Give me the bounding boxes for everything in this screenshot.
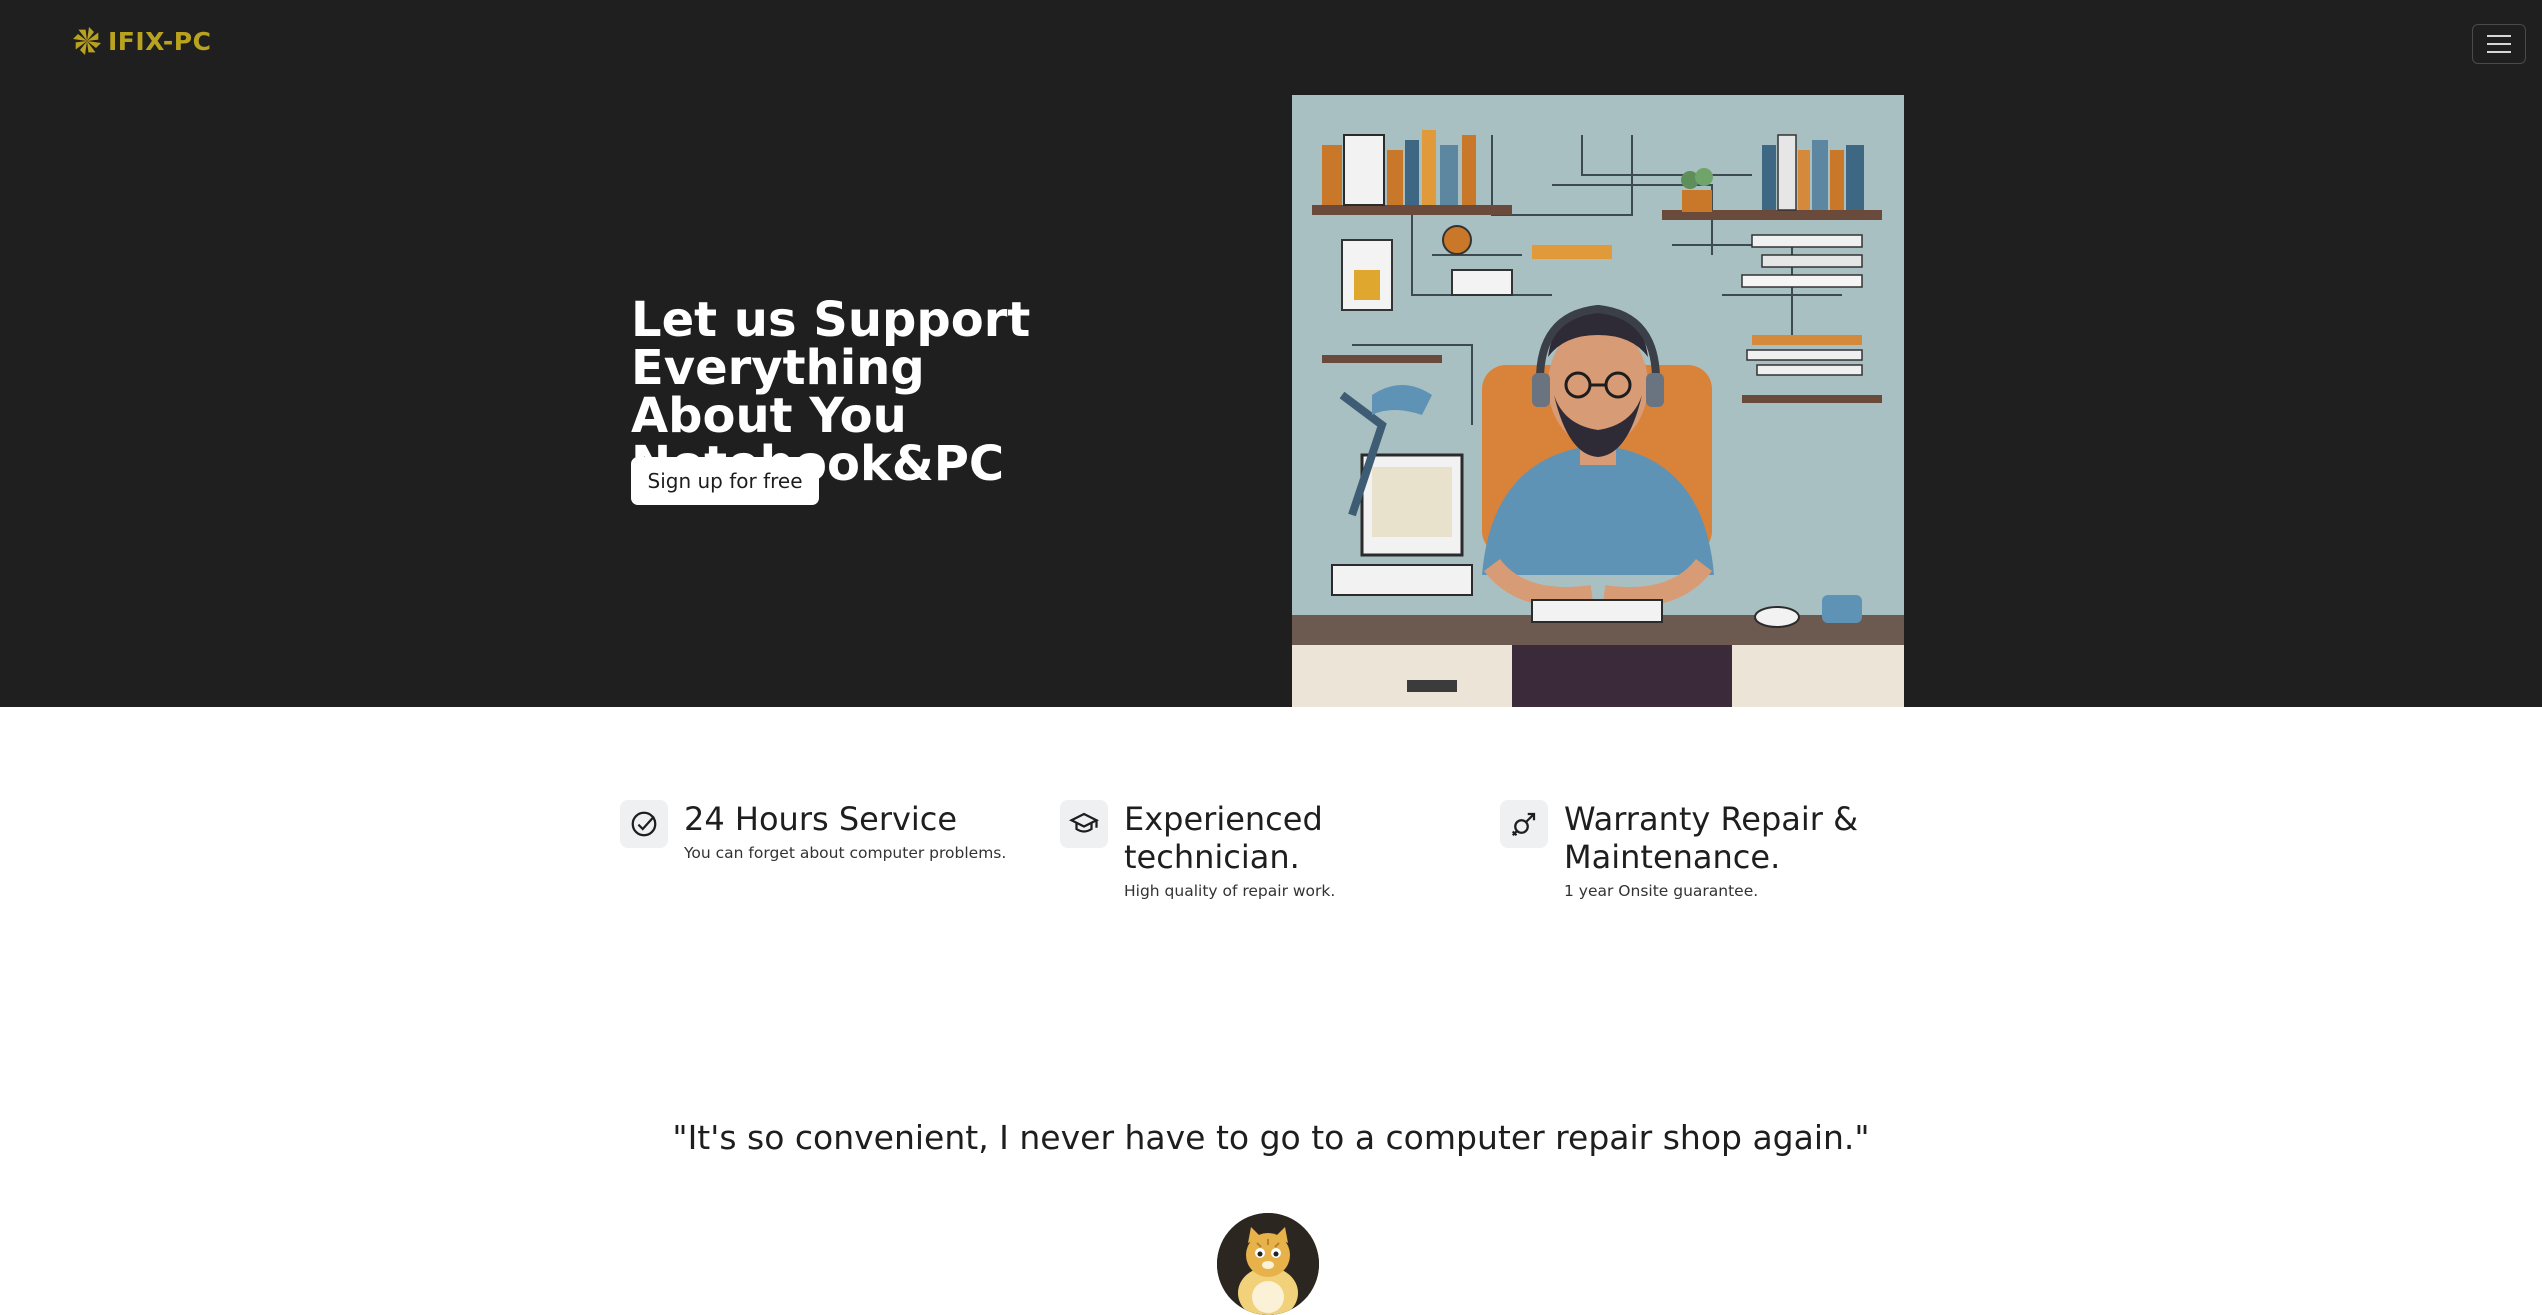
hamburger-menu-button[interactable] bbox=[2472, 24, 2526, 64]
brand-logo[interactable]: IFIX-PC bbox=[70, 24, 211, 58]
feature-text: 1 year Onsite guarantee. bbox=[1564, 882, 1759, 900]
feature-title: Warranty Repair & Maintenance. bbox=[1564, 800, 1859, 876]
feature-body: Experienced technician. High quality of … bbox=[1124, 800, 1480, 900]
hamburger-menu-icon bbox=[2487, 51, 2511, 53]
testimonial-quote: "It's so convenient, I never have to go … bbox=[672, 1118, 1870, 1157]
feature-title: Experienced technician. bbox=[1124, 800, 1323, 876]
feature-body: Warranty Repair & Maintenance. 1 year On… bbox=[1564, 800, 1880, 900]
signup-button[interactable]: Sign up for free bbox=[631, 457, 819, 505]
feature-title: 24 Hours Service bbox=[684, 800, 958, 838]
check-circle-icon bbox=[620, 800, 668, 848]
gender-symbol-icon bbox=[1500, 800, 1548, 848]
feature-item: 24 Hours Service You can forget about co… bbox=[620, 800, 1020, 862]
hero-section: IFIX-PC Let us Support Everything About … bbox=[0, 0, 2542, 707]
cat-avatar bbox=[1217, 1213, 1319, 1315]
hero-title-line: Let us Support Everything bbox=[631, 292, 1031, 396]
feature-text: High quality of repair work. bbox=[1124, 882, 1336, 900]
hamburger-menu-icon bbox=[2487, 35, 2511, 37]
graduation-cap-icon bbox=[1060, 800, 1108, 848]
feature-item: Experienced technician. High quality of … bbox=[1060, 800, 1480, 900]
feature-item: Warranty Repair & Maintenance. 1 year On… bbox=[1500, 800, 1880, 900]
hero-title-line: About You bbox=[631, 388, 907, 444]
feature-text: You can forget about computer problems. bbox=[684, 844, 1007, 862]
hamburger-menu-icon bbox=[2487, 43, 2511, 45]
pinwheel-logo-icon bbox=[73, 27, 101, 55]
brand-name: IFIX-PC bbox=[108, 26, 212, 56]
feature-body: 24 Hours Service You can forget about co… bbox=[684, 800, 1006, 862]
technician-at-desk-illustration bbox=[1292, 95, 1904, 707]
